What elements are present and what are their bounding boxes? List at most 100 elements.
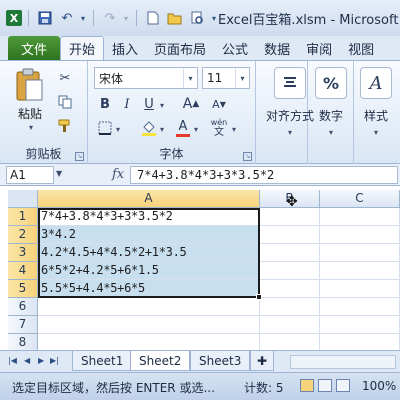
normal-view-icon[interactable] xyxy=(300,379,314,392)
page-break-view-icon[interactable] xyxy=(336,379,350,392)
cell-b5[interactable] xyxy=(260,280,320,298)
decrease-font-size-icon[interactable]: A ▼ xyxy=(208,93,230,115)
styles-button[interactable]: A 样式 ▾ xyxy=(360,67,392,137)
print-preview-icon[interactable] xyxy=(187,8,207,28)
cell-c4[interactable] xyxy=(320,262,400,280)
row-header[interactable]: 7 xyxy=(8,316,38,334)
fill-color-icon[interactable] xyxy=(138,117,160,139)
cell-b4[interactable] xyxy=(260,262,320,280)
font-name-dropdown-icon[interactable]: ▾ xyxy=(183,68,197,88)
name-box-dropdown-icon[interactable]: ▼ xyxy=(56,169,62,178)
sheet-tab-sheet1[interactable]: Sheet1 xyxy=(72,351,133,371)
cell-b7[interactable] xyxy=(260,316,320,334)
row-header[interactable]: 1 xyxy=(8,208,38,226)
cell-a3[interactable]: 4.2*4.5+4*4.5*2+1*3.5 xyxy=(38,244,260,262)
underline-dropdown-icon[interactable]: ▾ xyxy=(160,101,164,110)
row-header[interactable]: 3 xyxy=(8,244,38,262)
cut-icon[interactable]: ✂ xyxy=(54,67,76,89)
next-sheet-icon[interactable]: ▶ xyxy=(38,356,44,365)
tab-insert[interactable]: 插入 xyxy=(104,36,146,60)
cell-a1[interactable]: 7*4+3.8*4*3+3*3.5*2 xyxy=(38,208,260,226)
first-sheet-icon[interactable]: |◀ xyxy=(8,356,17,365)
undo-dropdown-icon[interactable]: ▾ xyxy=(79,8,87,28)
insert-function-icon[interactable]: fx xyxy=(112,167,124,182)
redo-icon[interactable]: ↷ xyxy=(100,8,120,28)
page-layout-view-icon[interactable] xyxy=(318,379,332,392)
column-header-a[interactable]: A xyxy=(38,190,260,208)
borders-dropdown-icon[interactable]: ▾ xyxy=(116,125,120,134)
row-header[interactable]: 8 xyxy=(8,334,38,350)
sheet-tab-sheet2[interactable]: Sheet2 xyxy=(130,351,191,371)
cell-b6[interactable] xyxy=(260,298,320,316)
cell-b8[interactable] xyxy=(260,334,320,350)
font-name-select[interactable]: 宋体 ▾ xyxy=(94,67,198,89)
font-color-icon[interactable]: A xyxy=(172,117,194,139)
cell-a8[interactable] xyxy=(38,334,260,350)
cell-a7[interactable] xyxy=(38,316,260,334)
formula-input[interactable]: 7*4+3.8*4*3+3*3.5*2 xyxy=(130,166,398,184)
save-icon[interactable] xyxy=(35,8,55,28)
italic-button[interactable]: I xyxy=(116,93,138,115)
increase-font-size-icon[interactable]: A ▲ xyxy=(180,93,202,115)
cell-b1[interactable] xyxy=(260,208,320,226)
bold-button[interactable]: B xyxy=(94,93,116,115)
row-header[interactable]: 2 xyxy=(8,226,38,244)
last-sheet-icon[interactable]: ▶| xyxy=(50,356,59,365)
paste-button-label[interactable]: 粘贴 xyxy=(18,105,42,122)
cell-a6[interactable] xyxy=(38,298,260,316)
cell-b2[interactable] xyxy=(260,226,320,244)
cell-c6[interactable] xyxy=(320,298,400,316)
sheet-tab-sheet3[interactable]: Sheet3 xyxy=(190,351,251,371)
phonetic-guide-icon[interactable]: wén 文 xyxy=(208,117,230,139)
prev-sheet-icon[interactable]: ◀ xyxy=(24,356,30,365)
zoom-level[interactable]: 100% xyxy=(362,379,396,393)
tab-view[interactable]: 视图 xyxy=(340,36,382,60)
undo-icon[interactable]: ↶ xyxy=(57,8,77,28)
cell-c7[interactable] xyxy=(320,316,400,334)
column-header-c[interactable]: C xyxy=(320,190,400,208)
row-header[interactable]: 4 xyxy=(8,262,38,280)
open-folder-icon[interactable] xyxy=(165,8,185,28)
paste-icon[interactable] xyxy=(12,67,46,103)
cell-a2[interactable]: 3*4.2 xyxy=(38,226,260,244)
cell-a5[interactable]: 5.5*5+4.4*5+6*5 xyxy=(38,280,260,298)
horizontal-scrollbar[interactable] xyxy=(290,355,396,369)
row-header[interactable]: 5 xyxy=(8,280,38,298)
tab-home[interactable]: 开始 xyxy=(60,36,105,60)
font-size-select[interactable]: 11 ▾ xyxy=(202,67,250,89)
insert-sheet-icon[interactable]: ✚ xyxy=(250,351,275,371)
cell-b3[interactable] xyxy=(260,244,320,262)
fill-color-dropdown-icon[interactable]: ▾ xyxy=(160,125,164,134)
redo-dropdown-icon[interactable]: ▾ xyxy=(122,8,130,28)
new-file-icon[interactable] xyxy=(143,8,163,28)
clipboard-launcher-icon[interactable]: ↘ xyxy=(75,152,84,161)
name-box[interactable]: A1 xyxy=(6,166,54,184)
cell-c8[interactable] xyxy=(320,334,400,350)
cell-a4[interactable]: 6*5*2+4.2*5+6*1.5 xyxy=(38,262,260,280)
cell-c3[interactable] xyxy=(320,244,400,262)
alignment-button[interactable]: 对齐方式 ▾ xyxy=(266,67,314,137)
tab-review[interactable]: 审阅 xyxy=(298,36,340,60)
cell-c1[interactable] xyxy=(320,208,400,226)
font-color-dropdown-icon[interactable]: ▾ xyxy=(194,125,198,134)
cell-c5[interactable] xyxy=(320,280,400,298)
row-header[interactable]: 6 xyxy=(8,298,38,316)
worksheet-grid[interactable]: A B C 1 2 3 4 5 6 7 8 7*4+3.8*4*3+3*3.5*… xyxy=(0,186,400,350)
tab-file[interactable]: 文件 xyxy=(8,36,60,60)
copy-icon[interactable] xyxy=(54,91,76,113)
font-launcher-icon[interactable]: ↘ xyxy=(243,152,252,161)
font-size-dropdown-icon[interactable]: ▾ xyxy=(235,68,249,88)
format-painter-icon[interactable] xyxy=(54,115,76,137)
borders-icon[interactable] xyxy=(94,117,116,139)
fill-handle[interactable] xyxy=(256,294,262,300)
excel-logo-icon[interactable]: X xyxy=(6,10,22,26)
select-all-corner[interactable] xyxy=(8,190,38,208)
phonetic-dropdown-icon[interactable]: ▾ xyxy=(232,125,236,134)
cell-c2[interactable] xyxy=(320,226,400,244)
tab-formulas[interactable]: 公式 xyxy=(214,36,256,60)
paste-dropdown-icon[interactable]: ▾ xyxy=(29,123,33,132)
number-format-button[interactable]: % 数字 ▾ xyxy=(315,67,347,137)
underline-button[interactable]: U xyxy=(138,93,160,115)
tab-data[interactable]: 数据 xyxy=(256,36,298,60)
tab-page-layout[interactable]: 页面布局 xyxy=(146,36,214,60)
